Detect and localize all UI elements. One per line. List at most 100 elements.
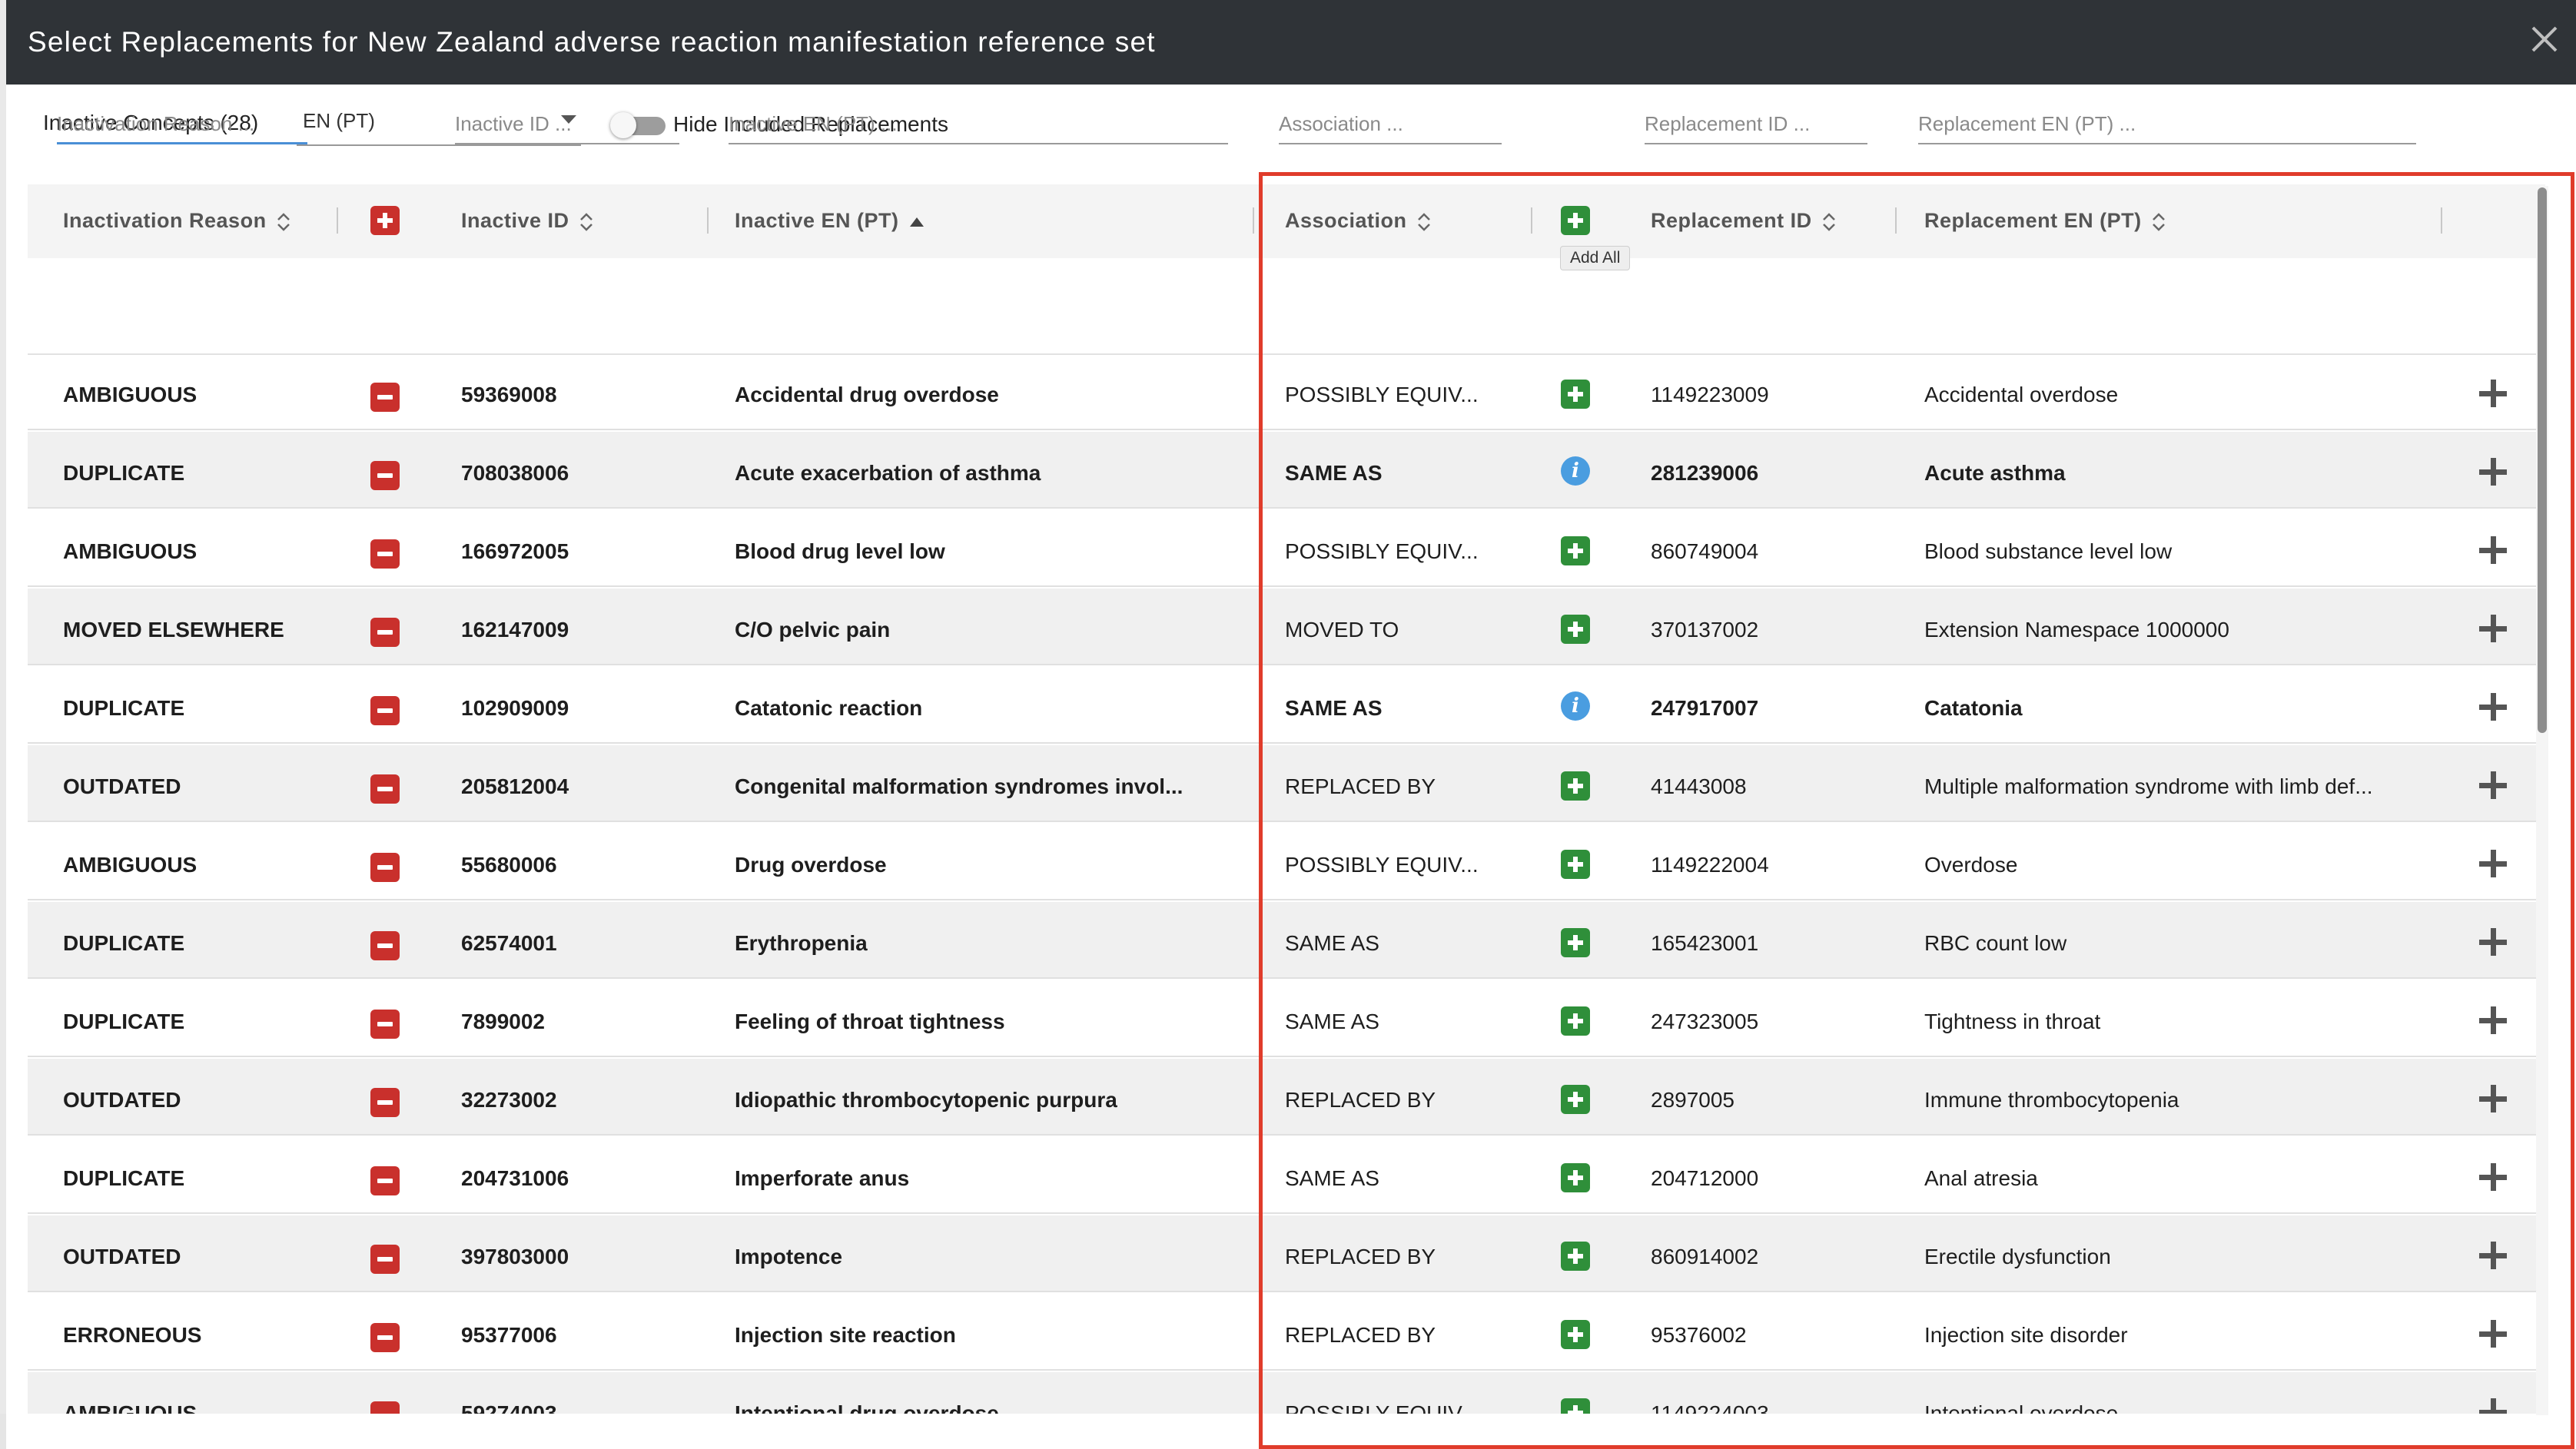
add-replacement-button[interactable] [1561,850,1590,879]
replacement-id-cell: 860914002 [1651,1245,1759,1268]
association-cell: POSSIBLY EQUIV... [1285,383,1479,406]
table-row[interactable]: DUPLICATE 7899002 Feeling of throat tightn… [28,980,2545,1057]
add-replacement-button[interactable] [1561,1398,1590,1414]
plus-icon[interactable] [2479,615,2507,642]
remove-row-button[interactable] [370,461,400,490]
scrollbar-thumb[interactable] [2538,187,2547,733]
plus-icon[interactable] [2479,771,2507,799]
plus-icon[interactable] [2479,1085,2507,1112]
add-replacement-button[interactable] [1561,536,1590,565]
plus-icon[interactable] [2479,1242,2507,1269]
plus-icon[interactable] [2479,1398,2507,1414]
inactivation-reason-cell: DUPLICATE [63,696,185,720]
table-header: Inactivation Reason Inactive ID Inactive… [28,184,2545,258]
table-row[interactable]: DUPLICATE 102909009 Catatonic reaction SAME… [28,667,2545,744]
association-cell: POSSIBLY EQUIV... [1285,539,1479,563]
remove-row-button[interactable] [370,1166,400,1195]
dialog-title: Select Replacements for New Zealand adve… [28,26,1156,58]
table-row[interactable]: OUTDATED 32273002 Idiopathic thrombocytope… [28,1059,2545,1136]
add-replacement-button[interactable] [1561,1006,1590,1036]
col-inactivation-reason[interactable]: Inactivation Reason [63,209,291,233]
replacement-en-cell: Overdose [1924,853,2018,877]
remove-row-button[interactable] [370,1010,400,1039]
remove-row-button[interactable] [370,1401,400,1414]
info-icon[interactable]: i [1561,691,1590,721]
remove-all-button[interactable] [370,206,400,235]
plus-icon[interactable] [2479,380,2507,407]
remove-row-button[interactable] [370,853,400,882]
plus-icon[interactable] [2479,928,2507,956]
col-replacement-id[interactable]: Replacement ID [1651,209,1837,233]
inactive-en-cell: Drug overdose [735,853,887,877]
add-replacement-button[interactable] [1561,1163,1590,1192]
association-cell: REPLACED BY [1285,1088,1436,1112]
plus-icon[interactable] [2479,850,2507,877]
plus-icon[interactable] [2479,1163,2507,1191]
remove-row-button[interactable] [370,1088,400,1117]
add-replacement-button[interactable] [1561,771,1590,801]
col-inactive-id-label: Inactive ID [461,209,569,232]
inactivation-reason-cell: OUTDATED [63,1245,181,1268]
col-inactive-id[interactable]: Inactive ID [461,209,594,233]
add-replacement-button[interactable] [1561,1085,1590,1114]
table-scrollbar[interactable] [2536,186,2548,1415]
inactivation-reason-filter[interactable]: Inactivation Reason ... [57,111,307,144]
table-row[interactable]: OUTDATED 397803000 Impotence REPLACED BY 860… [28,1215,2545,1292]
add-replacement-button[interactable] [1561,928,1590,957]
table-row[interactable]: AMBIGUOUS 55680006 Drug overdose POSSIBLY E… [28,824,2545,900]
remove-row-button[interactable] [370,774,400,804]
remove-row-button[interactable] [370,696,400,725]
inactive-en-filter[interactable]: Inactive EN (PT) ... [729,111,1228,144]
inactivation-reason-cell: DUPLICATE [63,1166,185,1190]
inactive-en-cell: Injection site reaction [735,1323,956,1347]
col-inactive-en[interactable]: Inactive EN (PT) [735,209,925,233]
inactive-en-cell: Erythropenia [735,931,868,955]
remove-row-button[interactable] [370,539,400,569]
replacement-en-filter[interactable]: Replacement EN (PT) ... [1918,111,2416,144]
info-icon[interactable]: i [1561,456,1590,486]
col-replacement-en[interactable]: Replacement EN (PT) [1924,209,2166,233]
table-row[interactable]: DUPLICATE 62574001 Erythropenia SAME AS 1654… [28,902,2545,979]
remove-row-button[interactable] [370,1323,400,1352]
replacement-en-cell: Extension Namespace 1000000 [1924,618,2229,642]
plus-icon[interactable] [2479,458,2507,486]
remove-row-button[interactable] [370,1245,400,1274]
replacement-en-cell: Anal atresia [1924,1166,2038,1190]
table-row[interactable]: DUPLICATE 708038006 Acute exacerbation of … [28,432,2545,509]
plus-icon[interactable] [2479,693,2507,721]
table-row[interactable]: DUPLICATE 204731006 Imperforate anus SAME A… [28,1137,2545,1214]
remove-row-button[interactable] [370,383,400,412]
replacement-id-cell: 95376002 [1651,1323,1747,1347]
add-replacement-button[interactable] [1561,1242,1590,1271]
replacement-en-cell: Immune thrombocytopenia [1924,1088,2179,1112]
inactive-id-cell: 166972005 [461,539,569,563]
add-replacement-button[interactable] [1561,615,1590,644]
remove-row-button[interactable] [370,618,400,647]
add-replacement-button[interactable] [1561,380,1590,409]
col-inactivation-reason-label: Inactivation Reason [63,209,267,232]
replacement-en-cell: Blood substance level low [1924,539,2173,563]
col-association[interactable]: Association [1285,209,1432,233]
association-filter[interactable]: Association ... [1279,111,1502,144]
replacement-id-cell: 370137002 [1651,618,1759,642]
plus-icon[interactable] [2479,1320,2507,1348]
plus-icon[interactable] [2479,536,2507,564]
association-cell: POSSIBLY EQUIV... [1285,1401,1479,1414]
inactivation-reason-cell: AMBIGUOUS [63,383,198,406]
plus-icon[interactable] [2479,1006,2507,1034]
table-row[interactable]: OUTDATED 205812004 Congenital malformation… [28,745,2545,822]
table-row[interactable]: MOVED ELSEWHERE 162147009 C/O pelvic pain M… [28,589,2545,665]
association-cell: REPLACED BY [1285,1245,1436,1268]
table-row[interactable]: ERRONEOUS 95377006 Injection site reaction… [28,1294,2545,1371]
table-row[interactable]: AMBIGUOUS 59274003 Intentional drug overdo… [28,1372,2545,1414]
table-row[interactable]: AMBIGUOUS 166972005 Blood drug level low PO… [28,510,2545,587]
replacement-id-filter[interactable]: Replacement ID ... [1645,111,1867,144]
table-row[interactable]: AMBIGUOUS 59369008 Accidental drug overdos… [28,353,2545,430]
add-all-button[interactable] [1561,206,1590,235]
inactive-id-cell: 102909009 [461,696,569,720]
add-replacement-button[interactable] [1561,1320,1590,1349]
remove-row-button[interactable] [370,931,400,960]
replacement-id-cell: 247917007 [1651,696,1759,720]
inactive-id-filter[interactable]: Inactive ID ... [455,111,679,144]
close-icon[interactable] [2527,22,2562,57]
